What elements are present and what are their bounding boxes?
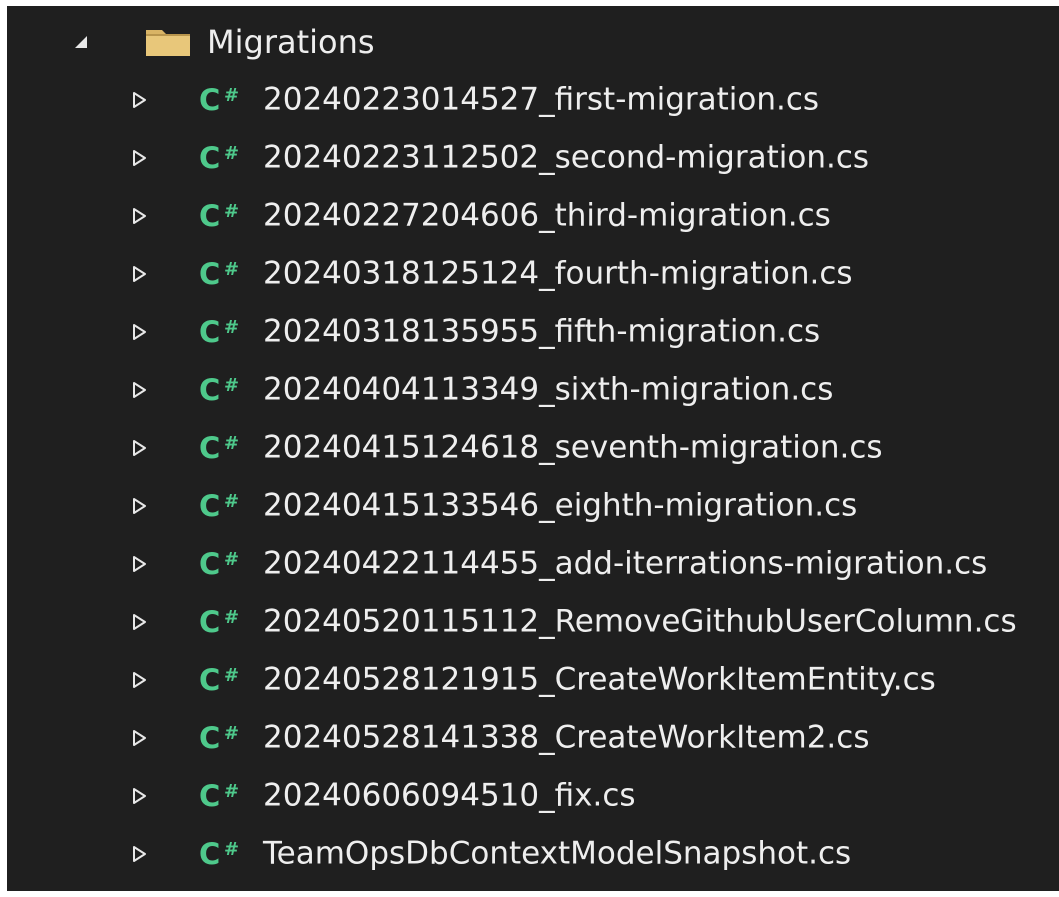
csharp-letter: C [199, 431, 221, 465]
csharp-symbol: # [224, 433, 240, 454]
collapsed-triangle-icon[interactable] [131, 324, 147, 340]
csharp-symbol: # [224, 143, 240, 164]
csharp-letter: C [199, 489, 221, 523]
collapsed-triangle-icon[interactable] [131, 788, 147, 804]
collapsed-triangle-icon[interactable] [131, 208, 147, 224]
expanded-triangle-icon[interactable] [73, 34, 89, 50]
csharp-letter: C [199, 547, 221, 581]
csharp-file-icon: C # [199, 491, 251, 521]
migrations-folder-node[interactable]: Migrations [7, 14, 1059, 70]
csharp-letter: C [199, 199, 221, 233]
file-label: 20240318125124_fourth-migration.cs [263, 255, 853, 292]
csharp-symbol: # [224, 259, 240, 280]
csharp-symbol: # [224, 549, 240, 570]
migration-file-row[interactable]: C #20240520115112_RemoveGithubUserColumn.… [7, 593, 1059, 651]
collapsed-triangle-icon[interactable] [131, 150, 147, 166]
csharp-file-icon: C # [199, 549, 251, 579]
csharp-symbol: # [224, 201, 240, 222]
migration-file-row[interactable]: C #20240227204606_third-migration.cs [7, 187, 1059, 245]
csharp-symbol: # [224, 665, 240, 686]
csharp-letter: C [199, 721, 221, 755]
migrations-tree: Migrations C #20240223014527_first-migrat… [7, 6, 1059, 891]
csharp-letter: C [199, 141, 221, 175]
collapsed-triangle-icon[interactable] [131, 92, 147, 108]
migration-file-row[interactable]: C #20240606094510_fix.cs [7, 767, 1059, 825]
solution-explorer-panel: Migrations C #20240223014527_first-migrat… [7, 6, 1059, 891]
migration-file-row[interactable]: C #20240415133546_eighth-migration.cs [7, 477, 1059, 535]
file-label: 20240415124618_seventh-migration.cs [263, 429, 883, 466]
file-label: 20240223014527_first-migration.cs [263, 81, 820, 118]
file-label: 20240528121915_CreateWorkItemEntity.cs [263, 661, 936, 698]
collapsed-triangle-icon[interactable] [131, 846, 147, 862]
csharp-file-icon: C # [199, 433, 251, 463]
csharp-file-icon: C # [199, 259, 251, 289]
csharp-symbol: # [224, 375, 240, 396]
collapsed-triangle-icon[interactable] [131, 730, 147, 746]
collapsed-triangle-icon[interactable] [131, 266, 147, 282]
file-label: 20240318135955_fifth-migration.cs [263, 313, 821, 350]
csharp-symbol: # [224, 85, 240, 106]
csharp-symbol: # [224, 491, 240, 512]
file-label: 20240227204606_third-migration.cs [263, 197, 831, 234]
csharp-symbol: # [224, 607, 240, 628]
file-label: 20240422114455_add-iterrations-migration… [263, 545, 988, 582]
collapsed-triangle-icon[interactable] [131, 498, 147, 514]
csharp-symbol: # [224, 317, 240, 338]
migration-file-row[interactable]: C # TeamOpsDbContextModelSnapshot.cs [7, 825, 1059, 883]
file-label: 20240606094510_fix.cs [263, 777, 636, 814]
file-label: 20240528141338_CreateWorkItem2.cs [263, 719, 870, 756]
csharp-file-icon: C # [199, 375, 251, 405]
csharp-file-icon: C # [199, 723, 251, 753]
csharp-letter: C [199, 837, 221, 871]
csharp-letter: C [199, 315, 221, 349]
folder-label: Migrations [207, 23, 375, 61]
csharp-letter: C [199, 605, 221, 639]
collapsed-triangle-icon[interactable] [131, 382, 147, 398]
csharp-file-icon: C # [199, 665, 251, 695]
migration-file-row[interactable]: C #20240404113349_sixth-migration.cs [7, 361, 1059, 419]
file-label: TeamOpsDbContextModelSnapshot.cs [263, 835, 852, 872]
migration-file-row[interactable]: C #20240422114455_add-iterrations-migrati… [7, 535, 1059, 593]
collapsed-triangle-icon[interactable] [131, 440, 147, 456]
file-label: 20240415133546_eighth-migration.cs [263, 487, 858, 524]
csharp-file-icon: C # [199, 85, 251, 115]
csharp-symbol: # [224, 839, 240, 860]
csharp-letter: C [199, 257, 221, 291]
migration-file-row[interactable]: C #20240318135955_fifth-migration.cs [7, 303, 1059, 361]
csharp-letter: C [199, 83, 221, 117]
file-label: 20240223112502_second-migration.cs [263, 139, 870, 176]
file-label: 20240520115112_RemoveGithubUserColumn.cs [263, 603, 1017, 640]
csharp-symbol: # [224, 723, 240, 744]
file-label: 20240404113349_sixth-migration.cs [263, 371, 834, 408]
migration-file-row[interactable]: C #20240528121915_CreateWorkItemEntity.cs [7, 651, 1059, 709]
folder-icon [144, 26, 192, 58]
csharp-file-icon: C # [199, 143, 251, 173]
csharp-symbol: # [224, 781, 240, 802]
migration-file-row[interactable]: C #20240318125124_fourth-migration.cs [7, 245, 1059, 303]
csharp-file-icon: C # [199, 607, 251, 637]
csharp-letter: C [199, 663, 221, 697]
csharp-file-icon: C # [199, 781, 251, 811]
csharp-letter: C [199, 779, 221, 813]
csharp-letter: C [199, 373, 221, 407]
collapsed-triangle-icon[interactable] [131, 614, 147, 630]
csharp-file-icon: C # [199, 839, 251, 869]
collapsed-triangle-icon[interactable] [131, 556, 147, 572]
migration-file-row[interactable]: C #20240415124618_seventh-migration.cs [7, 419, 1059, 477]
csharp-file-icon: C # [199, 317, 251, 347]
migration-file-row[interactable]: C #20240528141338_CreateWorkItem2.cs [7, 709, 1059, 767]
migration-file-row[interactable]: C #20240223014527_first-migration.cs [7, 71, 1059, 129]
migration-file-row[interactable]: C #20240223112502_second-migration.cs [7, 129, 1059, 187]
collapsed-triangle-icon[interactable] [131, 672, 147, 688]
csharp-file-icon: C # [199, 201, 251, 231]
